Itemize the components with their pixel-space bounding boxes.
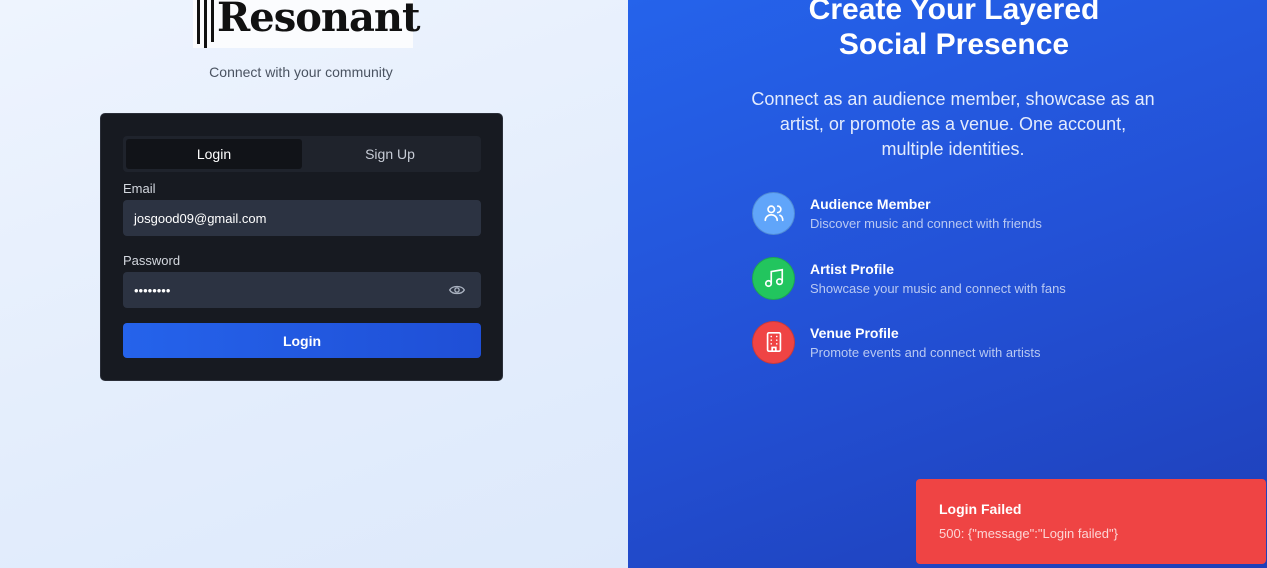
login-card: Login Sign Up Email josgood09@gmail.com …: [100, 113, 503, 381]
music-note-icon: [752, 256, 795, 300]
toast-message: 500: {"message":"Login failed"}: [939, 526, 1118, 541]
password-value: ••••••••: [134, 282, 171, 298]
brand-name: Resonant: [217, 0, 420, 41]
users-icon: [752, 191, 795, 235]
auth-panel: Resonant Connect with your community Log…: [0, 0, 628, 568]
feature-title: Audience Member: [810, 195, 931, 212]
feature-desc: Discover music and connect with friends: [810, 215, 1042, 231]
logo-bars-icon: [197, 0, 214, 48]
email-field[interactable]: josgood09@gmail.com: [123, 200, 481, 236]
tab-login[interactable]: Login: [126, 139, 302, 169]
hero-title-line-1: Create Your Layered: [808, 0, 1100, 26]
toast-title: Login Failed: [939, 501, 1022, 517]
login-button[interactable]: Login: [123, 323, 481, 358]
auth-tabs: Login Sign Up: [123, 136, 481, 172]
hero-title: Create Your Layered Social Presence: [628, 0, 1267, 62]
brand-logo: Resonant: [193, 0, 420, 48]
feature-desc: Promote events and connect with artists: [810, 344, 1041, 360]
password-field[interactable]: ••••••••: [123, 272, 481, 308]
tab-sign-up[interactable]: Sign Up: [302, 139, 478, 169]
feature-desc: Showcase your music and connect with fan…: [810, 280, 1066, 296]
feature-title: Venue Profile: [810, 324, 899, 341]
feature-artist-profile: Artist Profile Showcase your music and c…: [752, 256, 1066, 300]
feature-venue-profile: Venue Profile Promote events and connect…: [752, 320, 1041, 364]
eye-icon[interactable]: [449, 283, 465, 297]
hero-subtitle: Connect as an audience member, showcase …: [751, 89, 1155, 159]
tagline: Connect with your community: [209, 64, 393, 80]
building-icon: [752, 320, 795, 364]
password-label: Password: [123, 253, 181, 268]
error-toast[interactable]: Login Failed 500: {"message":"Login fail…: [916, 479, 1266, 564]
email-value: josgood09@gmail.com: [134, 210, 267, 226]
hero-title-line-2: Social Presence: [838, 28, 1070, 61]
feature-audience-member: Audience Member Discover music and conne…: [752, 191, 1042, 235]
feature-title: Artist Profile: [810, 260, 895, 277]
email-label: Email: [123, 181, 156, 196]
